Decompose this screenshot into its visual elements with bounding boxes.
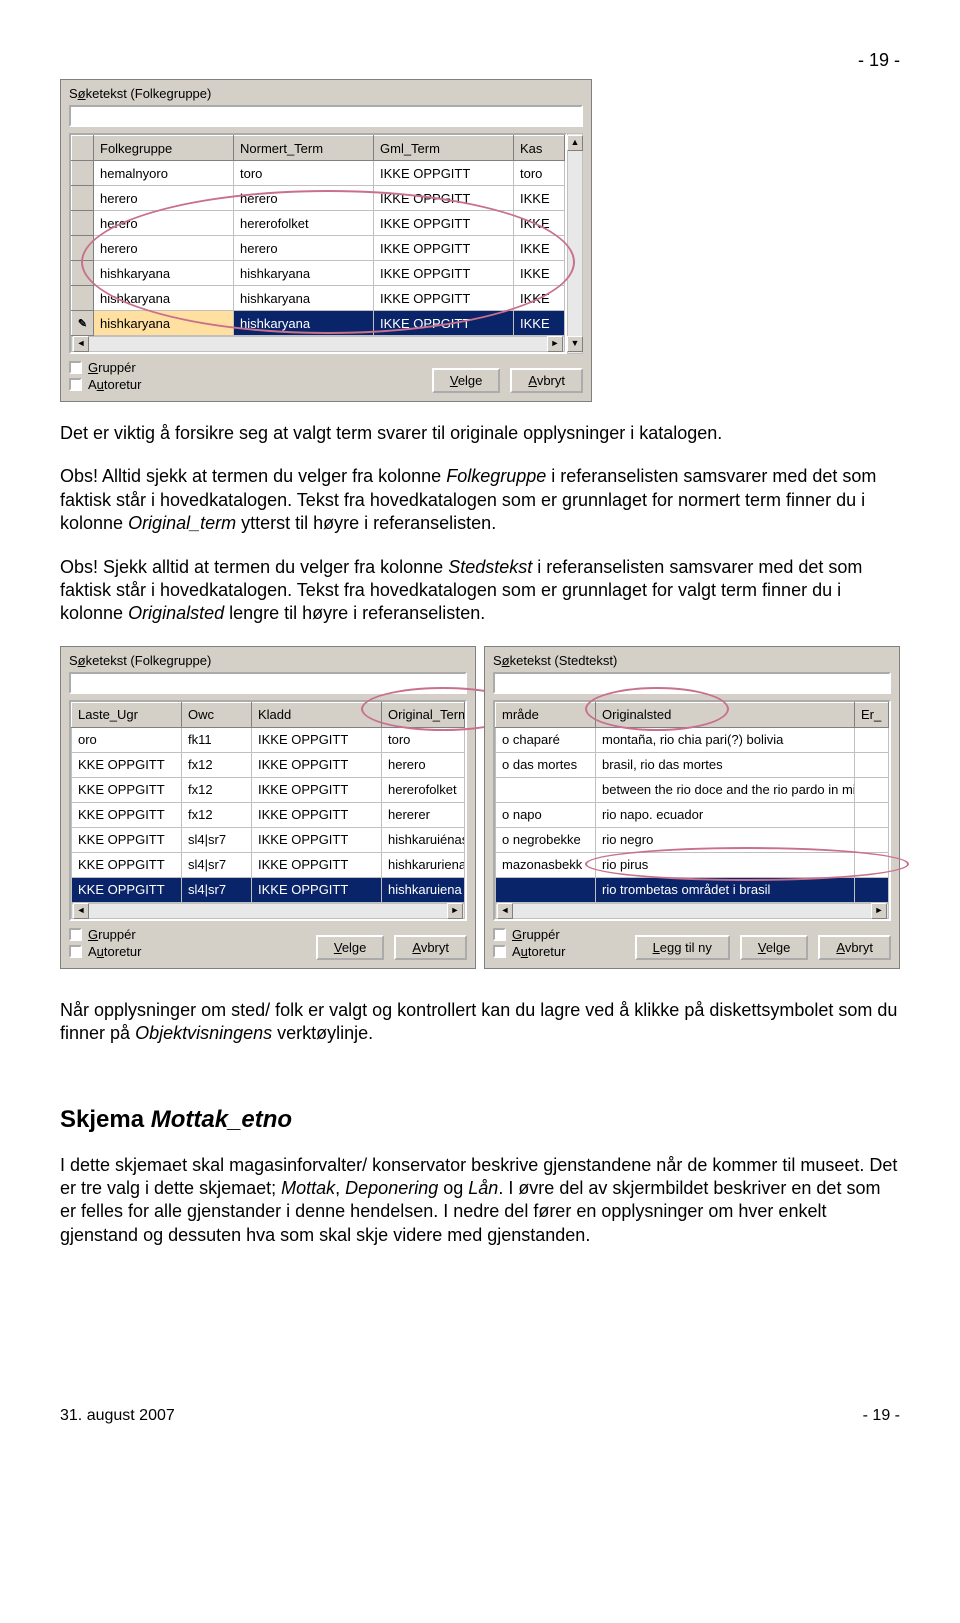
results-table[interactable]: mrådeOriginalstedEr_ o chaparémontaña, r… [495, 702, 889, 903]
search-input[interactable] [69, 672, 467, 694]
grupper-checkbox[interactable]: Gruppér [69, 927, 141, 942]
section-heading: Skjema Mottak_etno [60, 1106, 900, 1134]
folkegruppe-panel: Søketekst (Folkegruppe) Folkegruppe Norm… [60, 79, 592, 402]
velge-button[interactable]: Velge [432, 368, 501, 393]
avbryt-button[interactable]: Avbryt [394, 935, 467, 960]
table-row[interactable]: KKE OPPGITTsl4|sr7IKKE OPPGITThishkaruri… [72, 852, 465, 877]
search-input[interactable] [69, 105, 583, 127]
table-row[interactable]: KKE OPPGITTfx12IKKE OPPGITThererofolket [72, 777, 465, 802]
table-row-selected[interactable]: KKE OPPGITTsl4|sr7IKKE OPPGITThishkaruie… [72, 877, 465, 902]
edit-marker-icon: ✎ [72, 311, 94, 336]
table-row[interactable]: between the rio doce and the rio pardo i… [496, 777, 889, 802]
scroll-left-icon[interactable]: ◄ [73, 336, 89, 352]
table-row[interactable]: hererohererofolketIKKE OPPGITTIKKE [72, 211, 565, 236]
table-row[interactable]: hemalnyorotoroIKKE OPPGITTtoro [72, 161, 565, 186]
folkegruppe-panel-2: Søketekst (Folkegruppe) Laste_UgrOwcKlad… [60, 646, 476, 969]
table-row[interactable]: orofk11IKKE OPPGITTtoro [72, 727, 465, 752]
body-paragraph: Når opplysninger om sted/ folk er valgt … [60, 999, 900, 1046]
table-row[interactable]: KKE OPPGITTfx12IKKE OPPGITThererer [72, 802, 465, 827]
search-label: Søketekst (Stedtekst) [493, 653, 891, 668]
footer-page-number: - 19 - [863, 1407, 900, 1425]
scroll-right-icon[interactable]: ► [871, 903, 887, 919]
table-row[interactable]: mazonasbekkrio pirus [496, 852, 889, 877]
grupper-checkbox[interactable]: Gruppér [493, 927, 565, 942]
table-row-selected[interactable]: ✎hishkaryanahishkaryanaIKKE OPPGITTIKKE [72, 311, 565, 336]
table-row[interactable]: KKE OPPGITTfx12IKKE OPPGITTherero [72, 752, 465, 777]
body-paragraph: Det er viktig å forsikre seg at valgt te… [60, 422, 900, 445]
table-row[interactable]: hererohereroIKKE OPPGITTIKKE [72, 236, 565, 261]
table-row[interactable]: KKE OPPGITTsl4|sr7IKKE OPPGITThishkaruié… [72, 827, 465, 852]
results-table[interactable]: Folkegruppe Normert_Term Gml_Term Kas he… [71, 135, 565, 336]
grupper-checkbox[interactable]: Gruppér [69, 360, 141, 375]
footer-date: 31. august 2007 [60, 1407, 175, 1425]
vertical-scrollbar[interactable]: ▲ ▼ [567, 133, 583, 354]
table-row[interactable]: hishkaryanahishkaryanaIKKE OPPGITTIKKE [72, 286, 565, 311]
table-row[interactable]: o negrobekkerio negro [496, 827, 889, 852]
horizontal-scrollbar[interactable]: ◄ ► [71, 336, 565, 352]
scroll-right-icon[interactable]: ► [547, 336, 563, 352]
scroll-left-icon[interactable]: ◄ [73, 903, 89, 919]
scroll-right-icon[interactable]: ► [447, 903, 463, 919]
table-row[interactable]: o das mortesbrasil, rio das mortes [496, 752, 889, 777]
page-number-top: - 19 - [60, 50, 900, 71]
table-row[interactable]: o naporio napo. ecuador [496, 802, 889, 827]
results-table[interactable]: Laste_UgrOwcKladdOriginal_Term orofk11IK… [71, 702, 465, 903]
page-footer: 31. august 2007 - 19 - [60, 1407, 900, 1425]
autoretur-checkbox[interactable]: Autoretur [69, 944, 141, 959]
table-header: mrådeOriginalstedEr_ [496, 702, 889, 727]
scroll-down-icon[interactable]: ▼ [567, 336, 583, 352]
legg-til-ny-button[interactable]: Legg til ny [635, 935, 730, 960]
body-paragraph: Obs! Sjekk alltid at termen du velger fr… [60, 556, 900, 626]
table-row[interactable]: hishkaryanahishkaryanaIKKE OPPGITTIKKE [72, 261, 565, 286]
scroll-left-icon[interactable]: ◄ [497, 903, 513, 919]
search-label: Søketekst (Folkegruppe) [69, 86, 583, 101]
body-paragraph: Obs! Alltid sjekk at termen du velger fr… [60, 465, 900, 535]
table-row[interactable]: hererohereroIKKE OPPGITTIKKE [72, 186, 565, 211]
table-row[interactable]: o chaparémontaña, rio chia pari(?) boliv… [496, 727, 889, 752]
autoretur-checkbox[interactable]: Autoretur [69, 377, 141, 392]
body-paragraph: I dette skjemaet skal magasinforvalter/ … [60, 1154, 900, 1248]
autoretur-checkbox[interactable]: Autoretur [493, 944, 565, 959]
avbryt-button[interactable]: Avbryt [818, 935, 891, 960]
table-row-selected[interactable]: rio trombetas området i brasil [496, 877, 889, 902]
avbryt-button[interactable]: Avbryt [510, 368, 583, 393]
table-header: Folkegruppe Normert_Term Gml_Term Kas [72, 136, 565, 161]
horizontal-scrollbar[interactable]: ◄ ► [495, 903, 889, 919]
scroll-up-icon[interactable]: ▲ [567, 135, 583, 151]
velge-button[interactable]: Velge [316, 935, 385, 960]
table-header: Laste_UgrOwcKladdOriginal_Term [72, 702, 465, 727]
horizontal-scrollbar[interactable]: ◄ ► [71, 903, 465, 919]
search-input[interactable] [493, 672, 891, 694]
velge-button[interactable]: Velge [740, 935, 809, 960]
stedtekst-panel: Søketekst (Stedtekst) mrådeOriginalstedE… [484, 646, 900, 969]
search-label: Søketekst (Folkegruppe) [69, 653, 467, 668]
